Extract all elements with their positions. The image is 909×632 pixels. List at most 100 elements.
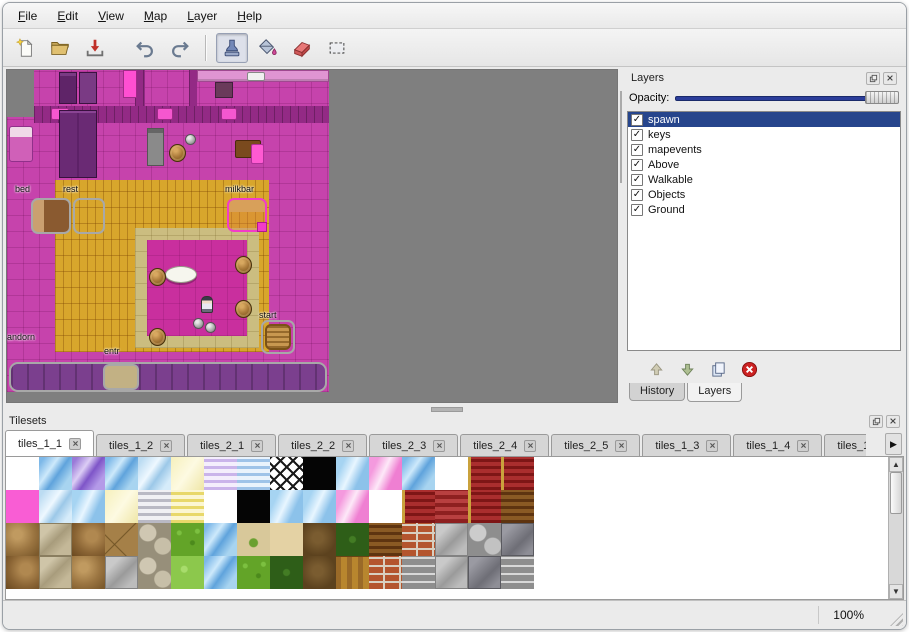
tileset-tile[interactable]: [39, 523, 72, 556]
tileset-tab-tiles_1_2[interactable]: tiles_1_2: [96, 434, 185, 456]
tileset-tile[interactable]: [369, 457, 402, 490]
tileset-tile[interactable]: [435, 490, 468, 523]
tileset-tab-tiles_2_1[interactable]: tiles_2_1: [187, 434, 276, 456]
layer-visibility-checkbox[interactable]: ✓: [631, 144, 643, 156]
menu-help[interactable]: Help: [228, 6, 271, 26]
tileset-tile[interactable]: [270, 523, 303, 556]
close-panel-button[interactable]: [883, 72, 897, 85]
tileset-tile[interactable]: [468, 556, 501, 589]
tileset-tile[interactable]: [171, 457, 204, 490]
tileset-tile[interactable]: [303, 490, 336, 523]
map-viewport[interactable]: bed rest milkbar start andorn entr: [6, 69, 618, 403]
tab-close-icon[interactable]: [251, 440, 263, 452]
tileset-tab-tiles_1_5[interactable]: tiles_1: [824, 434, 866, 456]
open-file-button[interactable]: [44, 33, 76, 63]
close-panel-button[interactable]: [886, 415, 900, 428]
tab-close-icon[interactable]: [706, 440, 718, 452]
tileset-tab-tiles_1_4[interactable]: tiles_1_4: [733, 434, 822, 456]
tileset-tile[interactable]: [237, 490, 270, 523]
tileset-tile[interactable]: [138, 490, 171, 523]
menu-file[interactable]: File: [9, 6, 46, 26]
menu-map[interactable]: Map: [135, 6, 176, 26]
tab-history[interactable]: History: [629, 383, 685, 401]
tileset-tile[interactable]: [435, 457, 468, 490]
tileset-tile[interactable]: [270, 457, 303, 490]
tileset-tab-tiles_2_4[interactable]: tiles_2_4: [460, 434, 549, 456]
fill-tool-button[interactable]: [251, 33, 283, 63]
tileset-tile[interactable]: [72, 490, 105, 523]
map-object-bar[interactable]: [9, 362, 327, 392]
layer-visibility-checkbox[interactable]: ✓: [631, 114, 643, 126]
tileset-tile[interactable]: [336, 490, 369, 523]
tileset-tile[interactable]: [6, 457, 39, 490]
duplicate-layer-button[interactable]: [707, 358, 729, 380]
tileset-tile[interactable]: [39, 457, 72, 490]
layer-row-mapevents[interactable]: ✓mapevents: [628, 142, 900, 157]
tileset-viewport[interactable]: [6, 457, 888, 599]
tileset-tile[interactable]: [369, 523, 402, 556]
undo-button[interactable]: [129, 33, 161, 63]
tileset-tile[interactable]: [204, 457, 237, 490]
tileset-tile[interactable]: [435, 556, 468, 589]
tileset-tile[interactable]: [369, 556, 402, 589]
tileset-tile[interactable]: [336, 556, 369, 589]
map-object-bed[interactable]: [31, 198, 71, 234]
tileset-tile[interactable]: [402, 457, 435, 490]
tileset-tile[interactable]: [39, 490, 72, 523]
tileset-tile[interactable]: [105, 457, 138, 490]
tileset-tile[interactable]: [501, 457, 534, 490]
tab-close-icon[interactable]: [615, 440, 627, 452]
tileset-tile[interactable]: [204, 523, 237, 556]
lower-layer-button[interactable]: [676, 358, 698, 380]
menu-layer[interactable]: Layer: [178, 6, 226, 26]
tab-scroll-right-button[interactable]: ▶: [885, 433, 902, 455]
tileset-tile[interactable]: [6, 556, 39, 589]
tileset-tile[interactable]: [105, 556, 138, 589]
tileset-tile[interactable]: [468, 523, 501, 556]
layer-row-above[interactable]: ✓Above: [628, 157, 900, 172]
tileset-tile[interactable]: [402, 556, 435, 589]
tileset-tab-tiles_2_3[interactable]: tiles_2_3: [369, 434, 458, 456]
tileset-tile[interactable]: [270, 490, 303, 523]
float-panel-button[interactable]: [866, 72, 880, 85]
map-object-rest[interactable]: [73, 198, 105, 234]
layer-visibility-checkbox[interactable]: ✓: [631, 129, 643, 141]
tileset-tile[interactable]: [105, 490, 138, 523]
layer-visibility-checkbox[interactable]: ✓: [631, 189, 643, 201]
tileset-tile[interactable]: [204, 556, 237, 589]
layer-visibility-checkbox[interactable]: ✓: [631, 174, 643, 186]
tab-close-icon[interactable]: [69, 438, 81, 450]
tileset-tile[interactable]: [402, 490, 435, 523]
tileset-tile[interactable]: [72, 457, 105, 490]
tileset-tile[interactable]: [138, 457, 171, 490]
scroll-up-button[interactable]: ▲: [889, 457, 903, 472]
tileset-tile[interactable]: [402, 523, 435, 556]
tileset-tile[interactable]: [72, 556, 105, 589]
tileset-tab-tiles_1_3[interactable]: tiles_1_3: [642, 434, 731, 456]
map-canvas[interactable]: bed rest milkbar start andorn entr: [7, 70, 329, 392]
tab-layers[interactable]: Layers: [687, 383, 742, 402]
tileset-tile[interactable]: [303, 556, 336, 589]
layer-row-spawn[interactable]: ✓spawn: [628, 112, 900, 127]
tileset-tile[interactable]: [171, 523, 204, 556]
scrollbar-thumb[interactable]: [890, 472, 902, 514]
tileset-tile[interactable]: [468, 490, 501, 523]
horizontal-splitter[interactable]: [3, 405, 906, 412]
tileset-tile[interactable]: [336, 523, 369, 556]
new-file-button[interactable]: [9, 33, 41, 63]
tileset-tile[interactable]: [303, 457, 336, 490]
tab-close-icon[interactable]: [797, 440, 809, 452]
tileset-tab-tiles_2_2[interactable]: tiles_2_2: [278, 434, 367, 456]
layer-row-keys[interactable]: ✓keys: [628, 127, 900, 142]
tileset-tile[interactable]: [237, 457, 270, 490]
tab-close-icon[interactable]: [160, 440, 172, 452]
tileset-tile[interactable]: [468, 457, 501, 490]
map-selection-handle[interactable]: [257, 222, 267, 232]
resize-grip[interactable]: [890, 613, 903, 626]
tileset-tile[interactable]: [138, 523, 171, 556]
tileset-scrollbar[interactable]: ▲ ▼: [888, 457, 903, 599]
tileset-tile[interactable]: [435, 523, 468, 556]
tileset-tile[interactable]: [6, 523, 39, 556]
tab-close-icon[interactable]: [524, 440, 536, 452]
tileset-tile[interactable]: [171, 556, 204, 589]
